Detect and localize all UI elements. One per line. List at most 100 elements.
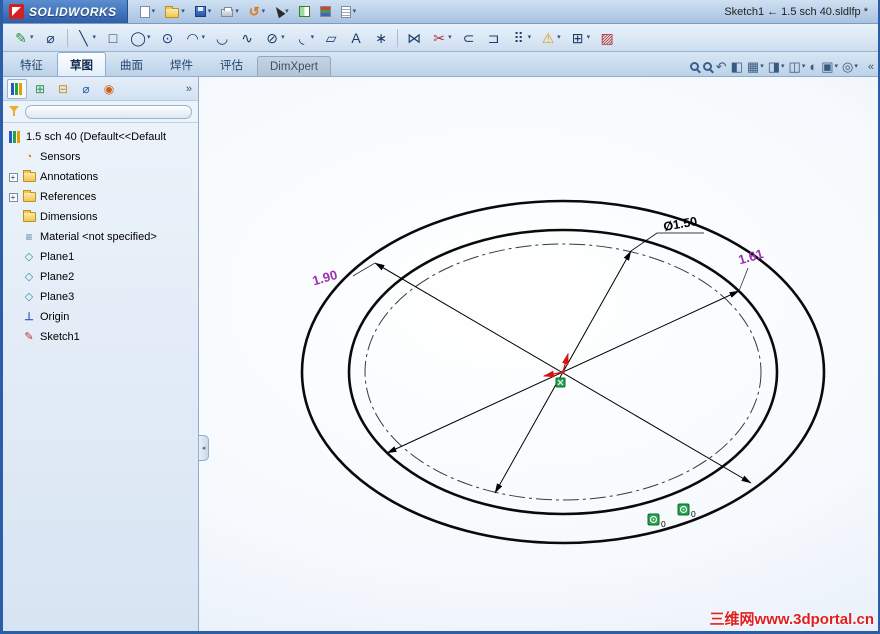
panel-overflow-button[interactable]: » (186, 83, 194, 95)
expand-plus-icon[interactable]: + (8, 192, 18, 202)
expand-plus-icon[interactable]: + (8, 172, 18, 182)
sketch-button[interactable]: ✎ ▾ (9, 26, 38, 50)
standard-toolbar: ▾ ▾ ▾ ▾ ↺ ▾ ▾ ▾ (128, 2, 361, 22)
tree-item-sensors[interactable]: ◔ Sensors (3, 147, 198, 167)
tree-filter-input[interactable] (25, 104, 192, 119)
tree-item-plane1[interactable]: ◇ Plane1 (3, 247, 198, 267)
circle-button[interactable]: ◯ ▾ (126, 26, 155, 50)
apply-scene-icon: ▣ (821, 59, 834, 74)
text-button[interactable]: A (344, 26, 368, 50)
linear-sketch-pattern-button[interactable]: ⠿ ▾ (507, 26, 536, 50)
relation-badge-2[interactable] (677, 503, 690, 516)
relation-badge-1[interactable] (647, 513, 660, 526)
references-folder-icon (22, 190, 36, 202)
convert-entities-button[interactable]: ⊂ (457, 26, 481, 50)
tree-root-item[interactable]: 1.5 sch 40 (Default<<Default (3, 127, 198, 147)
corner-rectangle-button[interactable]: □ (101, 26, 125, 50)
svg-text:1.90: 1.90 (311, 267, 339, 288)
sketch-picture-button[interactable]: ▨ (595, 26, 619, 50)
expand-cell: + (8, 192, 18, 202)
centerpoint-arc-button[interactable]: ◠ ▾ (181, 26, 210, 50)
dropdown-caret-icon: ▾ (781, 63, 785, 70)
dropdown-caret-icon: ▾ (760, 63, 764, 70)
section-view-button[interactable]: ◧ (731, 60, 743, 73)
tab-features[interactable]: 特征 (7, 52, 56, 76)
apply-scene-button[interactable]: ▣ ▾ (821, 60, 838, 73)
save-button[interactable]: ▾ (191, 2, 216, 22)
line-button[interactable]: ╲ ▾ (72, 26, 101, 50)
dimension-outer-1-90[interactable]: 1.90 (311, 262, 752, 484)
previous-view-button[interactable]: ↶ (716, 60, 727, 73)
propertymanager-tab[interactable]: ⊞ (30, 79, 50, 99)
display-relations-button[interactable]: ⚠ ▾ (536, 26, 565, 50)
offset-entities-icon: ⊐ (487, 29, 500, 46)
dimxpertmanager-icon: ⌀ (82, 81, 90, 96)
featuremanager-tree-tab[interactable] (7, 78, 27, 99)
select-button[interactable]: ▾ (271, 2, 293, 22)
hide-show-items-icon: ◫ (788, 59, 801, 74)
dimxpertmanager-tab[interactable]: ⌀ (76, 79, 96, 99)
tree-item-annotations[interactable]: + Annotations (3, 167, 198, 187)
mirror-entities-button[interactable]: ⋈ (402, 26, 426, 50)
display-style-button[interactable]: ◨ ▾ (768, 60, 785, 73)
appearance-colors-button[interactable] (316, 2, 335, 22)
print-button[interactable]: ▾ (217, 2, 243, 22)
tab-dimxpert[interactable]: DimXpert (257, 56, 331, 76)
panel-splitter-handle[interactable]: ◂ (199, 435, 209, 461)
display-pane-icon (298, 6, 310, 17)
displaymanager-tab[interactable]: ◉ (99, 79, 119, 99)
smart-dimension-button[interactable]: ⌀ (39, 26, 63, 50)
tab-sketch[interactable]: 草图 (57, 52, 106, 76)
point-button[interactable]: ∗ (369, 26, 393, 50)
undo-button[interactable]: ↺ ▾ (245, 2, 269, 22)
view-orientation-button[interactable]: ▦ ▾ (747, 60, 764, 73)
zoom-to-area-button[interactable] (702, 62, 712, 71)
appearance-colors-icon (319, 6, 331, 17)
offset-entities-button[interactable]: ⊐ (482, 26, 506, 50)
tree-item-references[interactable]: + References (3, 187, 198, 207)
ellipse-button[interactable]: ⊘ ▾ (260, 26, 289, 50)
dropdown-caret-icon: ▾ (147, 34, 151, 41)
hide-show-items-button[interactable]: ◫ ▾ (789, 60, 806, 73)
tree-filter-row (3, 101, 198, 123)
tab-surfaces[interactable]: 曲面 (107, 52, 156, 76)
tree-item-dimensions[interactable]: Dimensions (3, 207, 198, 227)
view-settings-button[interactable]: ◎ ▾ (842, 60, 858, 73)
solidworks-logo-icon (9, 4, 24, 19)
plane-button[interactable]: ▱ (319, 26, 343, 50)
tree-item-sketch1[interactable]: ✎ Sketch1 (3, 327, 198, 347)
tab-evaluate[interactable]: 评估 (207, 52, 256, 76)
perimeter-circle-button[interactable]: ⊙ (156, 26, 180, 50)
tree-item-label: Sensors (40, 151, 81, 163)
tree-item-material[interactable]: ≡ Material <not specified> (3, 227, 198, 247)
dimension-nominal-1-50[interactable]: Ø1.50 (494, 214, 704, 494)
tree-item-plane2[interactable]: ◇ Plane2 (3, 267, 198, 287)
edit-appearance-icon: ◐ (809, 59, 818, 74)
dropdown-caret-icon: ▾ (281, 34, 285, 41)
new-document-button[interactable]: ▾ (136, 2, 160, 22)
quick-snaps-button[interactable]: ⊞ ▾ (566, 26, 595, 50)
toggle-display-pane-button[interactable] (295, 2, 314, 22)
origin-icon: ⊥ (24, 310, 34, 323)
tab-weldments[interactable]: 焊件 (157, 52, 206, 76)
open-button[interactable]: ▾ (161, 2, 189, 22)
file-properties-button[interactable]: ▾ (337, 2, 361, 22)
edit-appearance-button[interactable]: ◐ (809, 60, 817, 73)
sketch-fillet-button[interactable]: ◟ ▾ (290, 26, 319, 50)
text-icon: A (351, 29, 361, 46)
spline-button[interactable]: ∿ (235, 26, 259, 50)
toolbar-overflow-button[interactable]: « (864, 61, 878, 76)
tangent-arc-button[interactable]: ◡ (210, 26, 234, 50)
tree-item-plane3[interactable]: ◇ Plane3 (3, 287, 198, 307)
dropdown-caret-icon: ▾ (854, 63, 858, 70)
dropdown-caret-icon: ▾ (448, 34, 452, 41)
graphics-area[interactable]: 1.90 1.61 Ø1.50 0 0 ◂ 三维网www.3dportal.cn (199, 77, 878, 631)
expand-cell: + (8, 172, 18, 182)
tree-item-origin[interactable]: ⊥ Origin (3, 307, 198, 327)
view-orientation-icon: ▦ (746, 59, 760, 74)
plane-icon: ◇ (24, 290, 34, 303)
zoom-to-fit-button[interactable] (689, 62, 699, 71)
configurationmanager-tab[interactable]: ⊟ (53, 79, 73, 99)
trim-entities-button[interactable]: ✂ ▾ (427, 26, 456, 50)
convert-entities-icon: ⊂ (462, 29, 475, 46)
